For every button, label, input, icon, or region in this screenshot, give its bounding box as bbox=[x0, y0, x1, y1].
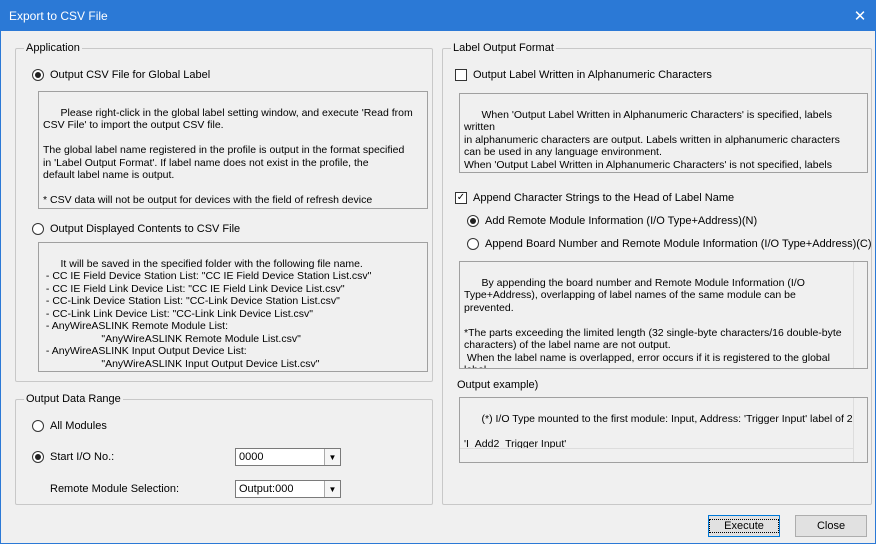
checkbox-unchecked[interactable] bbox=[455, 69, 467, 81]
radio-unselected[interactable] bbox=[32, 420, 44, 432]
remote-module-value: Output:000 bbox=[239, 483, 294, 495]
start-io-combo[interactable]: 0000 ▼ bbox=[235, 448, 341, 466]
add-remote-module-text: Add Remote Module Information (I/O Type+… bbox=[485, 215, 758, 227]
alnum-checkbox-row[interactable]: Output Label Written in Alphanumeric Cha… bbox=[455, 69, 712, 81]
output-example-box: (*) I/O Type mounted to the first module… bbox=[459, 397, 868, 463]
append-info: By appending the board number and Remote… bbox=[459, 261, 868, 369]
displayed-contents-info-text: It will be saved in the specified folder… bbox=[45, 257, 372, 370]
output-global-label-radio[interactable]: Output CSV File for Global Label bbox=[32, 69, 210, 81]
remote-module-label: Remote Module Selection: bbox=[50, 483, 180, 495]
alnum-info: When 'Output Label Written in Alphanumer… bbox=[459, 93, 868, 173]
close-button-label: Close bbox=[816, 520, 846, 532]
add-remote-module-radio[interactable]: Add Remote Module Information (I/O Type+… bbox=[467, 215, 757, 227]
append-check-text: Append Character Strings to the Head of … bbox=[473, 192, 735, 204]
label-output-format-group: Label Output Format Output Label Written… bbox=[442, 42, 872, 505]
start-io-value: 0000 bbox=[239, 451, 264, 463]
radio-unselected[interactable] bbox=[467, 238, 479, 250]
append-checkbox-row[interactable]: ✓ Append Character Strings to the Head o… bbox=[455, 192, 734, 204]
chevron-down-icon[interactable]: ▼ bbox=[324, 481, 340, 497]
output-range-title: Output Data Range bbox=[24, 393, 123, 406]
start-io-text: Start I/O No.: bbox=[50, 451, 115, 463]
application-group-title: Application bbox=[24, 42, 82, 55]
all-modules-text: All Modules bbox=[50, 420, 107, 432]
window-title: Export to CSV File bbox=[9, 9, 108, 23]
append-board-text: Append Board Number and Remote Module In… bbox=[485, 238, 872, 250]
radio-selected[interactable] bbox=[32, 451, 44, 463]
output-displayed-text: Output Displayed Contents to CSV File bbox=[50, 223, 241, 235]
radio-unselected[interactable] bbox=[32, 223, 44, 235]
output-example-label: Output example) bbox=[457, 379, 539, 391]
application-group: Application Output CSV File for Global L… bbox=[15, 42, 433, 382]
start-io-radio[interactable]: Start I/O No.: bbox=[32, 451, 114, 463]
execute-button[interactable]: Execute bbox=[708, 515, 780, 537]
scrollbar-vertical[interactable] bbox=[853, 398, 867, 462]
global-label-info: Please right-click in the global label s… bbox=[38, 91, 428, 209]
title-bar: Export to CSV File ✕ bbox=[1, 1, 875, 31]
label-format-title: Label Output Format bbox=[451, 42, 556, 55]
output-example-text: (*) I/O Type mounted to the first module… bbox=[464, 412, 853, 450]
close-button[interactable]: Close bbox=[795, 515, 867, 537]
remote-module-combo[interactable]: Output:000 ▼ bbox=[235, 480, 341, 498]
output-data-range-group: Output Data Range All Modules Start I/O … bbox=[15, 393, 433, 505]
global-label-info-text: Please right-click in the global label s… bbox=[43, 106, 413, 209]
output-global-label-text: Output CSV File for Global Label bbox=[50, 69, 211, 81]
append-info-text: By appending the board number and Remote… bbox=[464, 276, 842, 369]
output-displayed-radio[interactable]: Output Displayed Contents to CSV File bbox=[32, 223, 240, 235]
radio-selected[interactable] bbox=[32, 69, 44, 81]
close-icon[interactable]: ✕ bbox=[845, 1, 875, 31]
append-board-radio[interactable]: Append Board Number and Remote Module In… bbox=[467, 238, 872, 250]
export-csv-dialog: Export to CSV File ✕ Application Output … bbox=[0, 0, 876, 544]
displayed-contents-info: It will be saved in the specified folder… bbox=[38, 242, 428, 372]
scrollbar-vertical[interactable] bbox=[853, 262, 867, 368]
radio-selected[interactable] bbox=[467, 215, 479, 227]
alnum-info-text: When 'Output Label Written in Alphanumer… bbox=[464, 108, 840, 173]
alnum-check-text: Output Label Written in Alphanumeric Cha… bbox=[473, 69, 712, 81]
execute-button-label: Execute bbox=[709, 519, 779, 533]
scrollbar-horizontal[interactable] bbox=[460, 448, 853, 462]
chevron-down-icon[interactable]: ▼ bbox=[324, 449, 340, 465]
checkbox-checked[interactable]: ✓ bbox=[455, 192, 467, 204]
all-modules-radio[interactable]: All Modules bbox=[32, 420, 107, 432]
